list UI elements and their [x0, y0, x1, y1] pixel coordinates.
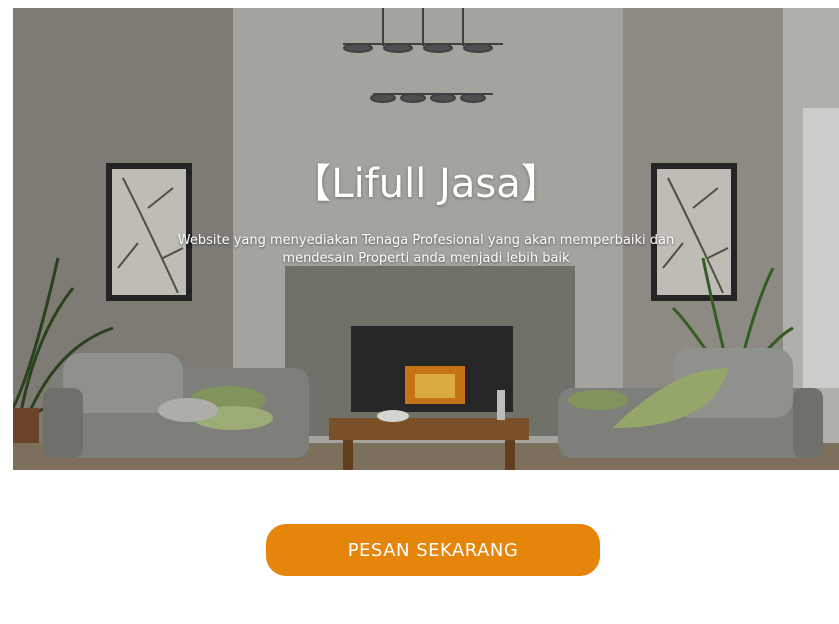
- site-title: 【Lifull Jasa】: [291, 161, 561, 207]
- site-tagline: Website yang menyediakan Tenaga Profesio…: [177, 233, 675, 266]
- hero-section: 【Lifull Jasa】 Website yang menyediakan T…: [13, 8, 839, 470]
- landing-page: 【Lifull Jasa】 Website yang menyediakan T…: [0, 0, 839, 624]
- order-now-button[interactable]: PESAN SEKARANG: [266, 524, 600, 576]
